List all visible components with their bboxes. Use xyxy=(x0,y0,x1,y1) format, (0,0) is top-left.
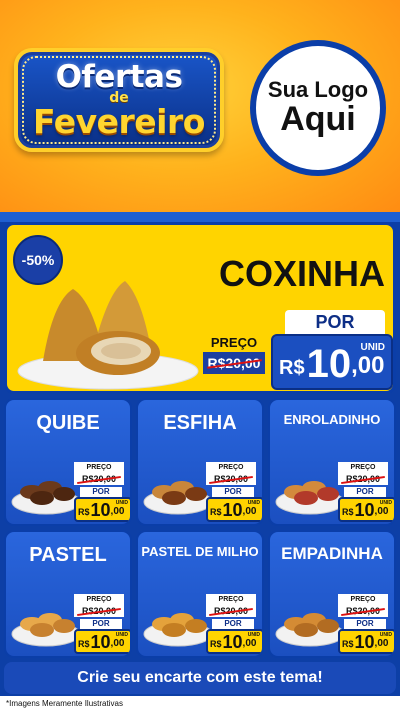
featured-price-block: PREÇO R$20,00 POR UNID R$ 10 ,00 xyxy=(203,310,393,390)
new-price-box: UNID R$ 10 ,00 xyxy=(206,629,262,654)
new-price-box: UNID R$ 10 ,00 xyxy=(271,334,393,390)
new-price: R$ 10 ,00 xyxy=(210,632,257,652)
product-card: EMPADINHA PREÇO R$20,00 POR UNID R$ 10 ,… xyxy=(268,530,396,658)
new-price-box: UNID R$ 10 ,00 xyxy=(338,497,394,522)
brand-badge: Ofertas de Fevereiro xyxy=(14,48,224,152)
cta-banner: Crie seu encarte com este tema! xyxy=(4,662,396,694)
empadinha-image xyxy=(275,613,345,647)
old-price: R$20,00 xyxy=(206,473,256,485)
price-block: PREÇO R$20,00 POR UNID R$ 10 ,00 xyxy=(338,462,394,524)
product-card: ESFIHA PREÇO R$20,00 POR UNID R$ 10 ,00 xyxy=(136,398,264,526)
product-card: PASTEL PREÇO R$20,00 POR UNID R$ 10 ,00 xyxy=(4,530,132,658)
old-price: R$20,00 xyxy=(74,473,124,485)
old-price: R$20,00 xyxy=(338,473,388,485)
pastel-de-milho-image xyxy=(143,613,213,647)
new-price-box: UNID R$ 10 ,00 xyxy=(74,629,130,654)
old-price: R$20,00 xyxy=(206,605,256,617)
new-price: R$ 10 ,00 xyxy=(78,500,125,520)
enroladinho-image xyxy=(275,481,345,515)
old-price: R$20,00 xyxy=(74,605,124,617)
por-label: POR xyxy=(80,487,122,497)
new-price: R$ 10 ,00 xyxy=(78,632,125,652)
product-name: ENROLADINHO xyxy=(283,412,381,427)
new-price: R$ 10 ,00 xyxy=(210,500,257,520)
new-price-box: UNID R$ 10 ,00 xyxy=(338,629,394,654)
preco-label: PREÇO xyxy=(338,462,388,473)
new-price: R$ 10 ,00 xyxy=(342,500,389,520)
esfiha-image xyxy=(143,481,213,515)
quibe-image xyxy=(11,481,81,515)
pastel-image xyxy=(11,613,81,647)
new-price: R$ 10 ,00 xyxy=(279,342,385,386)
preco-label: PREÇO xyxy=(74,594,124,605)
preco-label: PREÇO xyxy=(74,462,124,473)
logo-line2: Aqui xyxy=(280,100,356,139)
preco-label: PREÇO xyxy=(203,334,265,352)
price-block: PREÇO R$20,00 POR UNID R$ 10 ,00 xyxy=(74,594,130,656)
price-block: PREÇO R$20,00 POR UNID R$ 10 ,00 xyxy=(74,462,130,524)
product-card: PASTEL DE MILHO PREÇO R$20,00 POR UNID R… xyxy=(136,530,264,658)
price-block: PREÇO R$20,00 POR UNID R$ 10 ,00 xyxy=(338,594,394,656)
featured-product-name: COXINHA xyxy=(218,253,385,294)
product-name: EMPADINHA xyxy=(281,544,383,563)
preco-label: PREÇO xyxy=(206,594,256,605)
new-price: R$ 10 ,00 xyxy=(342,632,389,652)
por-label: POR xyxy=(80,619,122,629)
product-name: QUIBE xyxy=(36,412,100,434)
product-card: QUIBE PREÇO R$20,00 POR UNID R$ 10 ,00 xyxy=(4,398,132,526)
product-name: PASTEL DE MILHO xyxy=(141,544,259,559)
price-block: PREÇO R$20,00 POR UNID R$ 10 ,00 xyxy=(206,462,262,524)
product-card: ENROLADINHO PREÇO R$20,00 POR UNID R$ 10… xyxy=(268,398,396,526)
preco-label: PREÇO xyxy=(338,594,388,605)
new-price-box: UNID R$ 10 ,00 xyxy=(206,497,262,522)
price-block: PREÇO R$20,00 POR UNID R$ 10 ,00 xyxy=(206,594,262,656)
por-label: POR xyxy=(285,310,385,334)
logo-placeholder: Sua Logo Aqui xyxy=(250,40,386,176)
brand-title-line3: Fevereiro xyxy=(33,102,205,141)
product-name: PASTEL xyxy=(29,544,107,566)
por-label: POR xyxy=(212,619,254,629)
por-label: POR xyxy=(344,487,386,497)
header-divider xyxy=(0,212,400,222)
discount-badge: -50% xyxy=(13,235,63,285)
featured-offer: -50% COXINHA PREÇO R$20,00 POR UNID R$ 1… xyxy=(4,222,396,394)
header-banner: Ofertas de Fevereiro Sua Logo Aqui xyxy=(0,0,400,220)
logo-line1: Sua Logo xyxy=(267,77,369,103)
old-price: R$20,00 xyxy=(203,352,265,374)
product-name: ESFIHA xyxy=(163,412,237,434)
por-label: POR xyxy=(344,619,386,629)
por-label: POR xyxy=(212,487,254,497)
old-price: R$20,00 xyxy=(338,605,388,617)
disclaimer: *Imagens Meramente Ilustrativas xyxy=(0,696,400,711)
brand-title-line1: Ofertas xyxy=(55,59,183,95)
preco-label: PREÇO xyxy=(206,462,256,473)
new-price-box: UNID R$ 10 ,00 xyxy=(74,497,130,522)
